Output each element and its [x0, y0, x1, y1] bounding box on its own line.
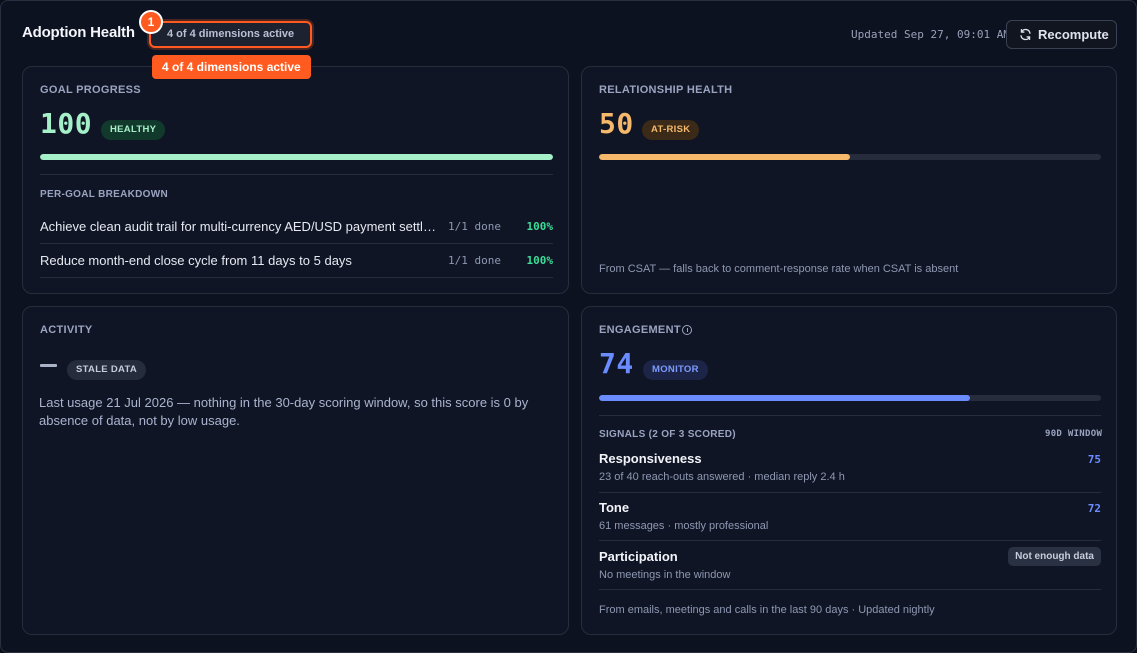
- engagement-bar: [599, 395, 1101, 401]
- dimensions-tooltip: 4 of 4 dimensions active: [152, 55, 311, 79]
- goal-row[interactable]: Reduce month-end close cycle from 11 day…: [40, 243, 553, 277]
- relationship-health-note: From CSAT — falls back to comment-respon…: [599, 263, 959, 275]
- relationship-health-heading: RELATIONSHIP HEALTH: [599, 84, 733, 96]
- engagement-card: ENGAGEMENT 74 MONITOR SIGNALS (2 OF 3 SC…: [581, 306, 1117, 635]
- signal-row-responsiveness[interactable]: Responsiveness 23 of 40 reach-outs answe…: [599, 444, 1101, 492]
- status-badge-at-risk: AT-RISK: [642, 120, 700, 140]
- signal-name: Participation: [599, 549, 678, 564]
- adoption-health-panel: Adoption Health 1 4 of 4 dimensions acti…: [0, 0, 1137, 653]
- goal-done-count: 1/1 done: [448, 220, 501, 233]
- signal-name: Tone: [599, 500, 630, 515]
- signal-description: 61 messages · mostly professional: [599, 520, 769, 532]
- relationship-health-card: RELATIONSHIP HEALTH 50 AT-RISK From CSAT…: [581, 66, 1117, 294]
- page-title: Adoption Health: [22, 24, 135, 41]
- goal-row[interactable]: Achieve clean audit trail for multi-curr…: [40, 209, 553, 243]
- engagement-note: From emails, meetings and calls in the l…: [599, 604, 935, 616]
- activity-score-empty: [40, 364, 57, 367]
- divider: [599, 540, 1101, 541]
- activity-description: Last usage 21 Jul 2026 — nothing in the …: [39, 395, 529, 428]
- signal-row-participation[interactable]: Participation No meetings in the window …: [599, 542, 1101, 590]
- window-label: 90D WINDOW: [1045, 429, 1103, 439]
- goal-name: Achieve clean audit trail for multi-curr…: [40, 219, 440, 234]
- recompute-button[interactable]: Recompute: [1006, 20, 1117, 49]
- goal-percent: 100%: [526, 254, 554, 267]
- signal-value: 75: [1087, 453, 1101, 466]
- dimensions-active-label: 4 of 4 dimensions active: [167, 28, 295, 40]
- status-badge-monitor: MONITOR: [643, 360, 708, 380]
- info-icon[interactable]: [682, 325, 692, 335]
- goal-progress-score: 100: [40, 107, 93, 140]
- annotation-marker: 1: [139, 10, 163, 34]
- signal-name: Responsiveness: [599, 451, 702, 466]
- signals-heading: SIGNALS (2 OF 3 SCORED): [599, 429, 736, 440]
- updated-timestamp: Updated Sep 27, 09:01 AM: [851, 28, 1010, 41]
- signal-value: 72: [1087, 502, 1101, 515]
- goal-progress-bar: [40, 154, 553, 160]
- signal-description: 23 of 40 reach-outs answered · median re…: [599, 471, 845, 483]
- goal-name: Reduce month-end close cycle from 11 day…: [40, 253, 352, 268]
- goal-progress-heading: GOAL PROGRESS: [40, 84, 141, 96]
- engagement-score: 74: [599, 347, 634, 380]
- engagement-heading: ENGAGEMENT: [599, 324, 681, 336]
- status-badge-stale: STALE DATA: [67, 360, 147, 380]
- status-badge-healthy: HEALTHY: [101, 120, 166, 140]
- divider: [40, 174, 553, 175]
- goal-percent: 100%: [526, 220, 554, 233]
- signal-description: No meetings in the window: [599, 569, 731, 581]
- goal-done-count: 1/1 done: [448, 254, 501, 267]
- per-goal-breakdown-heading: PER-GOAL BREAKDOWN: [40, 189, 168, 200]
- signal-row-tone[interactable]: Tone 61 messages · mostly professional 7…: [599, 493, 1101, 541]
- divider: [40, 277, 553, 278]
- divider: [599, 415, 1101, 416]
- activity-card: ACTIVITY STALE DATA Last usage 21 Jul 20…: [22, 306, 569, 635]
- relationship-health-bar: [599, 154, 1101, 160]
- relationship-health-score: 50: [599, 107, 634, 140]
- refresh-icon: [1020, 28, 1031, 41]
- recompute-label: Recompute: [1038, 27, 1109, 42]
- goal-progress-card: GOAL PROGRESS 100 HEALTHY PER-GOAL BREAK…: [22, 66, 569, 294]
- divider: [599, 589, 1101, 590]
- dimensions-active-pill[interactable]: 4 of 4 dimensions active: [149, 21, 313, 48]
- activity-heading: ACTIVITY: [40, 324, 93, 336]
- not-enough-data-badge: Not enough data: [1008, 547, 1101, 566]
